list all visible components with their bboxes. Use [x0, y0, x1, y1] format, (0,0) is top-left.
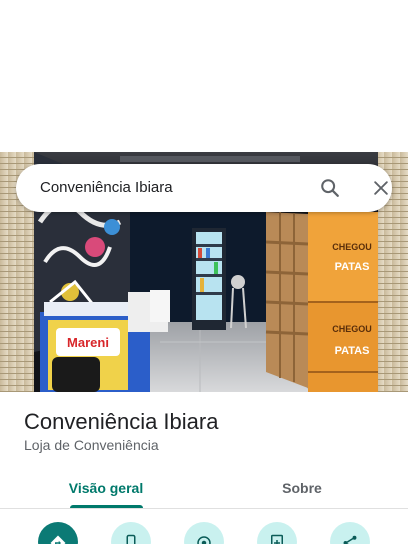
save-icon	[268, 534, 286, 544]
close-icon[interactable]	[369, 176, 393, 200]
phone-icon	[122, 534, 140, 544]
place-category: Loja de Conveniência	[24, 437, 159, 453]
box-label-line1: CHEGOU	[332, 324, 372, 334]
box-label-line2: PATAS	[335, 345, 370, 357]
directions-icon	[49, 534, 67, 544]
call-button[interactable]	[111, 522, 151, 544]
box-label-line2: PATAS	[335, 261, 370, 273]
tab-overview[interactable]: Visão geral	[6, 466, 206, 509]
navigate-button[interactable]	[184, 522, 224, 544]
navigate-icon	[195, 534, 213, 544]
search-input[interactable]: Conveniência Ibiara	[40, 164, 173, 212]
tabs-divider	[0, 508, 408, 509]
place-title: Conveniência Ibiara	[24, 409, 219, 434]
directions-button[interactable]	[38, 522, 78, 544]
tab-about[interactable]: Sobre	[202, 466, 402, 509]
search-bar[interactable]: Conveniência Ibiara	[16, 164, 392, 212]
search-icon[interactable]	[318, 176, 342, 200]
share-icon	[341, 534, 359, 544]
freezer-brand-label: Mareni	[67, 335, 109, 350]
share-button[interactable]	[330, 522, 370, 544]
place-tabs: Visão geral Sobre	[0, 466, 408, 509]
save-button[interactable]	[257, 522, 297, 544]
box-label-line1: CHEGOU	[332, 242, 372, 252]
